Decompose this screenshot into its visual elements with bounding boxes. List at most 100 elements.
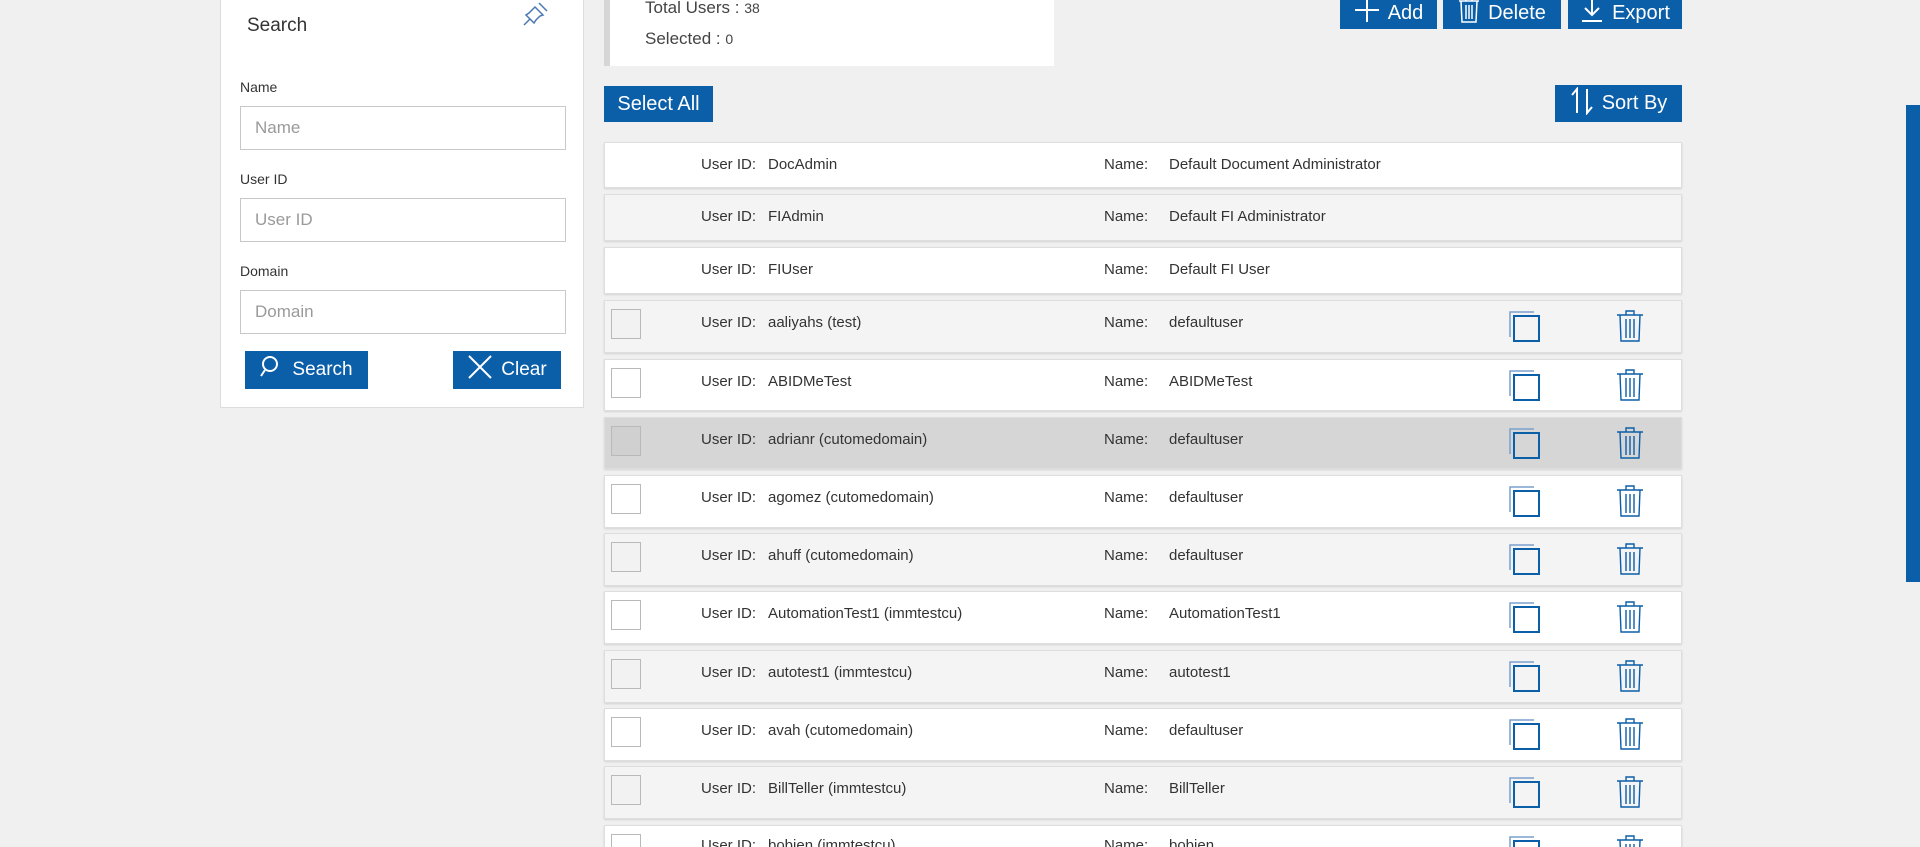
copy-icon[interactable] [1505, 426, 1541, 460]
export-button-label: Export [1612, 1, 1670, 24]
name-value: Default FI User [1169, 261, 1270, 278]
row-checkbox[interactable] [611, 659, 641, 689]
row-checkbox[interactable] [611, 600, 641, 630]
userid-value: ahuff (cutomedomain) [768, 547, 914, 564]
userid-label: User ID: [701, 261, 757, 278]
name-label: Name: [1104, 261, 1149, 278]
trash-icon[interactable] [1615, 484, 1645, 518]
table-row[interactable]: User ID: ABIDMeTest Name: ABIDMeTest [604, 359, 1682, 411]
userid-value: BillTeller (immtestcu) [768, 780, 907, 797]
pin-icon[interactable] [521, 0, 555, 33]
name-value: defaultuser [1169, 489, 1244, 506]
userid-value: FIAdmin [768, 208, 824, 225]
userid-label: User ID: [701, 780, 757, 797]
userid-label: User ID: [701, 373, 757, 390]
name-label: Name: [1104, 208, 1149, 225]
sort-by-button[interactable]: Sort By [1555, 85, 1682, 122]
table-row[interactable]: User ID: DocAdmin Name: Default Document… [604, 142, 1682, 188]
name-value: defaultuser [1169, 547, 1244, 564]
table-row[interactable]: User ID: agomez (cutomedomain) Name: def… [604, 475, 1682, 528]
table-row[interactable]: User ID: bobien (immtestcu) Name: bobien [604, 825, 1682, 847]
table-row[interactable]: User ID: adrianr (cutomedomain) Name: de… [604, 417, 1682, 469]
row-checkbox[interactable] [611, 775, 641, 805]
search-button[interactable]: Search [245, 351, 368, 389]
table-row[interactable]: User ID: avah (cutomedomain) Name: defau… [604, 708, 1682, 761]
trash-icon[interactable] [1615, 600, 1645, 634]
name-label: Name: [1104, 722, 1149, 739]
copy-icon[interactable] [1505, 542, 1541, 576]
delete-button[interactable]: Delete [1443, 0, 1561, 29]
name-label: Name: [1104, 156, 1149, 173]
table-row[interactable]: User ID: BillTeller (immtestcu) Name: Bi… [604, 766, 1682, 819]
userid-value: ABIDMeTest [768, 373, 852, 390]
name-value: defaultuser [1169, 722, 1244, 739]
userid-label: User ID: [701, 156, 757, 173]
name-label: Name [240, 79, 278, 95]
export-button[interactable]: Export [1568, 0, 1682, 29]
trash-icon[interactable] [1615, 717, 1645, 751]
copy-icon[interactable] [1505, 309, 1541, 343]
name-label: Name: [1104, 605, 1149, 622]
trash-icon[interactable] [1615, 542, 1645, 576]
copy-icon[interactable] [1505, 717, 1541, 751]
copy-icon[interactable] [1505, 834, 1541, 847]
copy-icon[interactable] [1505, 484, 1541, 518]
domain-input[interactable] [240, 290, 566, 334]
search-icon [260, 355, 284, 385]
userid-value: avah (cutomedomain) [768, 722, 914, 739]
download-icon [1580, 0, 1604, 29]
name-label: Name: [1104, 547, 1149, 564]
userid-label: User ID: [701, 547, 757, 564]
row-checkbox[interactable] [611, 834, 641, 847]
table-row[interactable]: User ID: autotest1 (immtestcu) Name: aut… [604, 650, 1682, 703]
trash-icon[interactable] [1615, 659, 1645, 693]
sort-by-label: Sort By [1601, 92, 1668, 114]
name-label: Name: [1104, 373, 1149, 390]
name-value: BillTeller [1169, 780, 1225, 797]
row-checkbox[interactable] [611, 484, 641, 514]
userid-value: DocAdmin [768, 156, 838, 173]
row-checkbox[interactable] [611, 426, 641, 456]
add-button-label: Add [1387, 1, 1424, 24]
row-checkbox[interactable] [611, 309, 641, 339]
userid-label: User ID: [701, 489, 757, 506]
total-users-value: 38 [744, 0, 760, 16]
table-row[interactable]: User ID: FIAdmin Name: Default FI Admini… [604, 194, 1682, 241]
userid-value: autotest1 (immtestcu) [768, 664, 913, 681]
name-value: defaultuser [1169, 431, 1244, 448]
delete-button-label: Delete [1488, 1, 1546, 24]
userid-value: aaliyahs (test) [768, 314, 862, 331]
copy-icon[interactable] [1505, 659, 1541, 693]
row-checkbox[interactable] [611, 368, 641, 398]
userid-input[interactable] [240, 198, 566, 242]
selected-label: Selected : [645, 29, 721, 48]
name-label: Name: [1104, 837, 1149, 847]
row-checkbox[interactable] [611, 542, 641, 572]
copy-icon[interactable] [1505, 600, 1541, 634]
close-icon [467, 354, 493, 386]
copy-icon[interactable] [1505, 368, 1541, 402]
clear-button[interactable]: Clear [453, 351, 561, 389]
name-input[interactable] [240, 106, 566, 150]
trash-icon[interactable] [1615, 834, 1645, 847]
trash-icon[interactable] [1615, 426, 1645, 460]
table-row[interactable]: User ID: aaliyahs (test) Name: defaultus… [604, 300, 1682, 353]
userid-label: User ID: [701, 208, 757, 225]
userid-label: User ID [240, 171, 288, 187]
trash-icon[interactable] [1615, 368, 1645, 402]
search-button-label: Search [292, 359, 353, 380]
table-row[interactable]: User ID: ahuff (cutomedomain) Name: defa… [604, 533, 1682, 586]
scrollbar-thumb[interactable] [1906, 105, 1920, 582]
table-row[interactable]: User ID: FIUser Name: Default FI User [604, 247, 1682, 294]
userid-label: User ID: [701, 605, 757, 622]
trash-icon[interactable] [1615, 309, 1645, 343]
add-button[interactable]: Add [1340, 0, 1437, 29]
total-users-label: Total Users : [645, 0, 740, 17]
trash-icon [1458, 0, 1480, 29]
row-checkbox[interactable] [611, 717, 641, 747]
trash-icon[interactable] [1615, 775, 1645, 809]
copy-icon[interactable] [1505, 775, 1541, 809]
table-row[interactable]: User ID: AutomationTest1 (immtestcu) Nam… [604, 591, 1682, 644]
select-all-button[interactable]: Select All [604, 86, 713, 122]
search-panel-title: Search [247, 15, 308, 36]
